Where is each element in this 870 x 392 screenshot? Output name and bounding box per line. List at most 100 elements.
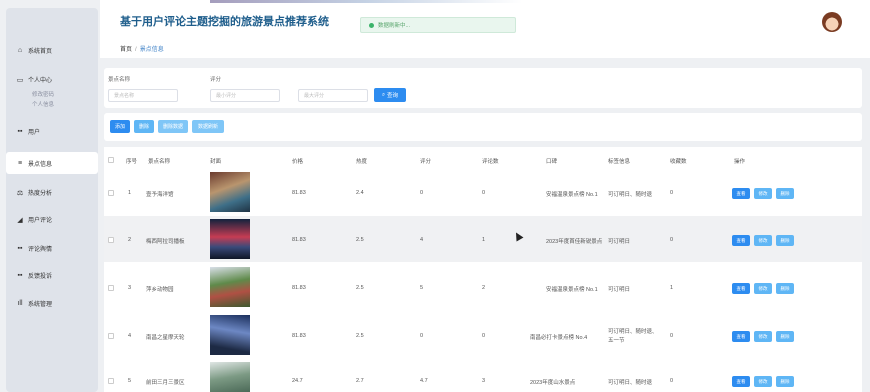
cell-favorites: 1 (670, 285, 674, 291)
search-button-label: 查询 (387, 93, 399, 99)
header-favorites[interactable]: 收藏数 (670, 157, 687, 165)
app-title: 基于用户评论主题挖掘的旅游景点推荐系统 (120, 16, 329, 28)
search-icon: ⌕ (381, 91, 386, 98)
table-row[interactable]: 3 萍乡动物园 81.83 2.5 5 2 安福温泉景点榜 No.1 可订明日 … (104, 264, 862, 310)
add-button[interactable]: 添加 (110, 120, 130, 133)
header-tags[interactable]: 标签信息 (608, 157, 630, 165)
cell-index: 2 (128, 237, 132, 243)
delete-button[interactable]: 删除 (134, 120, 154, 133)
sidebar-item-heat-analysis[interactable]: ⚖ 热度分析 (16, 188, 52, 198)
cell-name: 萍乡动物园 (146, 287, 174, 293)
score-label: 评分 (210, 77, 222, 83)
header-comments[interactable]: 评论数 (482, 157, 499, 165)
sidebar-item-label: 系统管理 (28, 302, 53, 308)
cell-favorites: 0 (670, 190, 674, 196)
cell-index: 4 (128, 333, 132, 339)
edit-button[interactable]: 修改 (754, 376, 772, 387)
row-checkbox[interactable] (108, 285, 114, 291)
name-label: 景点名称 (108, 77, 131, 83)
cell-price: 24.7 (292, 378, 303, 384)
row-checkbox[interactable] (108, 378, 114, 384)
view-button[interactable]: 查看 (732, 283, 750, 294)
score-min-input[interactable]: 最小评分 (210, 89, 280, 102)
cell-price: 81.83 (292, 190, 306, 196)
sidebar-item-sentiment[interactable]: ▪▪ 评论舆情 (16, 244, 53, 253)
sidebar-item-label: 个人中心 (28, 78, 53, 84)
cell-comments: 2 (482, 285, 486, 291)
sidebar-item-users[interactable]: ▪▪ 用户 (16, 127, 41, 136)
delete-row-button[interactable]: 删除 (776, 376, 794, 387)
cell-heat: 2.5 (356, 333, 364, 339)
header-price[interactable]: 价格 (292, 157, 303, 165)
sidebar-item-attractions[interactable]: ≡ 景点信息 (16, 159, 52, 168)
view-button[interactable]: 查看 (732, 376, 750, 387)
breadcrumb-home[interactable]: 首页 (120, 47, 132, 53)
edit-button[interactable]: 修改 (754, 235, 772, 246)
cell-comments: 3 (482, 378, 486, 384)
cell-comments: 0 (482, 333, 486, 339)
table-row[interactable]: 4 南昌之星摩天轮 81.83 2.5 0 0 南昌必打卡景点榜 No.4 可订… (104, 312, 862, 358)
sidebar-subitem-password[interactable]: 修改密码 (32, 90, 54, 98)
score-max-input[interactable]: 最大评分 (298, 89, 368, 102)
toast-text: 数据刷新中... (378, 23, 411, 29)
breadcrumb-current: 景点信息 (139, 47, 164, 53)
delete-data-button[interactable]: 删除数据 (158, 120, 188, 133)
view-button[interactable]: 查看 (732, 188, 750, 199)
table-row[interactable]: 5 前田三月三景区 24.7 2.7 4.7 3 2023年度山水景点 可订明日… (104, 360, 862, 392)
search-button[interactable]: ⌕ 查询 (374, 88, 406, 102)
view-button[interactable]: 查看 (732, 331, 750, 342)
sidebar-item-feedback[interactable]: ▪▪ 反馈投诉 (16, 271, 53, 280)
avatar[interactable] (822, 12, 842, 32)
cell-price: 81.83 (292, 237, 306, 243)
edit-button[interactable]: 修改 (754, 331, 772, 342)
breadcrumb: 首页 / 景点信息 (120, 44, 164, 53)
header-heat[interactable]: 热度 (356, 157, 367, 165)
status-toast: 数据刷新中... (360, 17, 516, 33)
sidebar-subitem-info[interactable]: 个人信息 (32, 100, 54, 108)
sidebar-item-profile[interactable]: ▭ 个人中心 (16, 75, 53, 85)
cell-score: 4 (420, 237, 424, 243)
top-decoration (210, 0, 730, 3)
sidebar: ⌂ 系统首页 ▭ 个人中心 修改密码 个人信息 ▪▪ 用户 ≡ 景点信息 ⚖ 热… (6, 8, 98, 392)
view-button[interactable]: 查看 (732, 235, 750, 246)
cell-favorites: 0 (670, 378, 674, 384)
comment-icon: ◢ (17, 216, 23, 224)
cell-favorites: 0 (670, 237, 674, 243)
header-name[interactable]: 景点名称 (148, 157, 170, 165)
row-checkbox[interactable] (108, 190, 114, 196)
header-reputation[interactable]: 口碑 (546, 157, 557, 165)
sidebar-item-comments[interactable]: ◢ 用户评论 (16, 215, 53, 225)
menu-icon: ≡ (17, 160, 23, 167)
header-score[interactable]: 评分 (420, 157, 431, 165)
cell-score: 5 (420, 285, 424, 291)
cover-image (210, 172, 250, 212)
cell-tags: 可订明日 (608, 287, 631, 293)
cover-image (210, 267, 250, 307)
grid-icon: ▪▪ (17, 128, 23, 135)
name-input[interactable]: 景点名称 (108, 89, 178, 102)
delete-row-button[interactable]: 删除 (776, 283, 794, 294)
edit-button[interactable]: 修改 (754, 283, 772, 294)
table-row[interactable]: 1 壹予海洋馆 81.83 2.4 0 0 安福温泉景点榜 No.1 可订明日、… (104, 170, 862, 216)
row-checkbox[interactable] (108, 333, 114, 339)
sidebar-item-system[interactable]: ıll 系统管理 (16, 299, 52, 308)
cell-tags: 可订明日 (608, 239, 631, 245)
cell-score: 0 (420, 190, 424, 196)
sidebar-item-label: 系统首页 (28, 49, 53, 55)
table-row[interactable]: 2 梅西阿拉司播板 81.83 2.5 4 1 2023年度首佳新锐景点 可订明… (104, 216, 862, 262)
select-all-checkbox[interactable] (108, 157, 114, 163)
home-icon: ⌂ (17, 47, 23, 54)
sidebar-item-label: 评论舆情 (28, 247, 53, 253)
sidebar-item-label: 用户评论 (28, 218, 53, 224)
edit-button[interactable]: 修改 (754, 188, 772, 199)
cell-favorites: 0 (670, 333, 674, 339)
delete-row-button[interactable]: 删除 (776, 331, 794, 342)
sidebar-item-home[interactable]: ⌂ 系统首页 (16, 46, 52, 55)
refresh-data-button[interactable]: 数据刷新 (192, 120, 224, 133)
delete-row-button[interactable]: 删除 (776, 188, 794, 199)
row-checkbox[interactable] (108, 237, 114, 243)
delete-row-button[interactable]: 删除 (776, 235, 794, 246)
grid-icon: ▪▪ (17, 245, 23, 252)
cell-name: 梅西阿拉司播板 (146, 239, 185, 245)
cell-comments: 1 (482, 237, 486, 243)
